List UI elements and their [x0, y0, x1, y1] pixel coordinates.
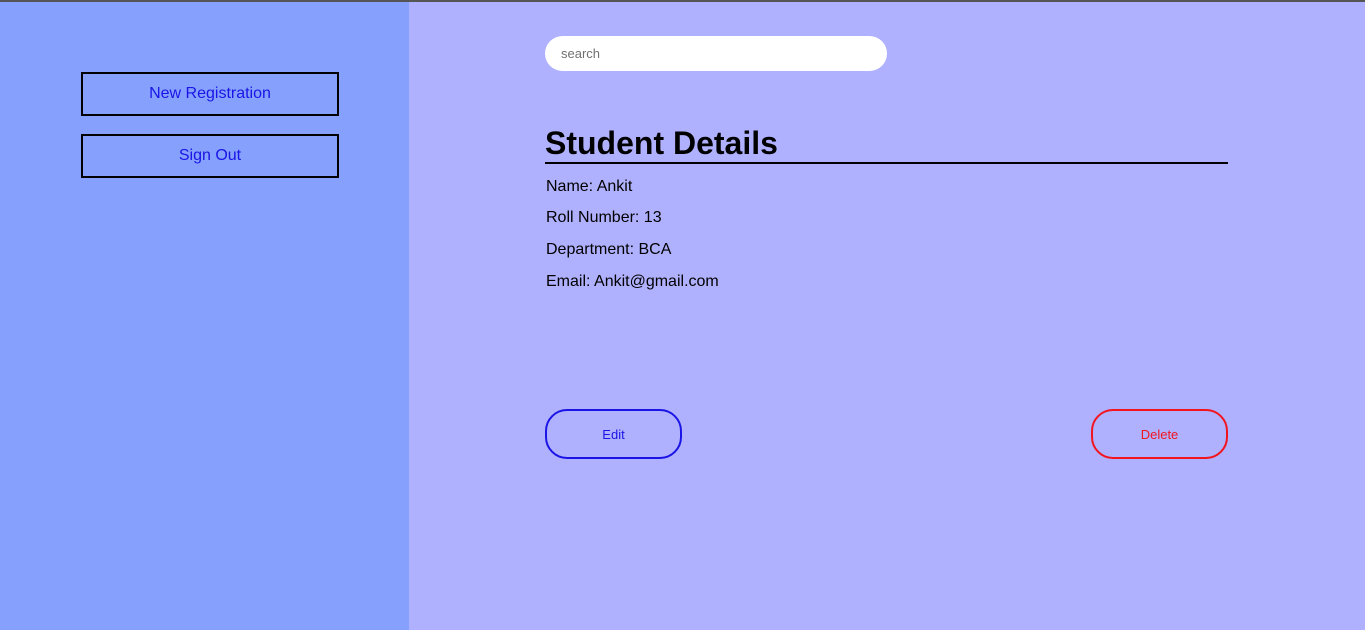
page-title: Student Details [545, 124, 1228, 164]
student-department: Department: BCA [546, 241, 672, 258]
edit-button[interactable]: Edit [545, 409, 682, 459]
search-input[interactable] [545, 36, 887, 71]
new-registration-button[interactable]: New Registration [81, 72, 339, 116]
student-name: Name: Ankit [546, 178, 633, 195]
student-email: Email: Ankit@gmail.com [546, 273, 719, 290]
sidebar: New Registration Sign Out [0, 2, 409, 630]
student-roll-number: Roll Number: 13 [546, 209, 662, 226]
delete-button[interactable]: Delete [1091, 409, 1228, 459]
sign-out-button[interactable]: Sign Out [81, 134, 339, 178]
main-content [409, 2, 1365, 630]
